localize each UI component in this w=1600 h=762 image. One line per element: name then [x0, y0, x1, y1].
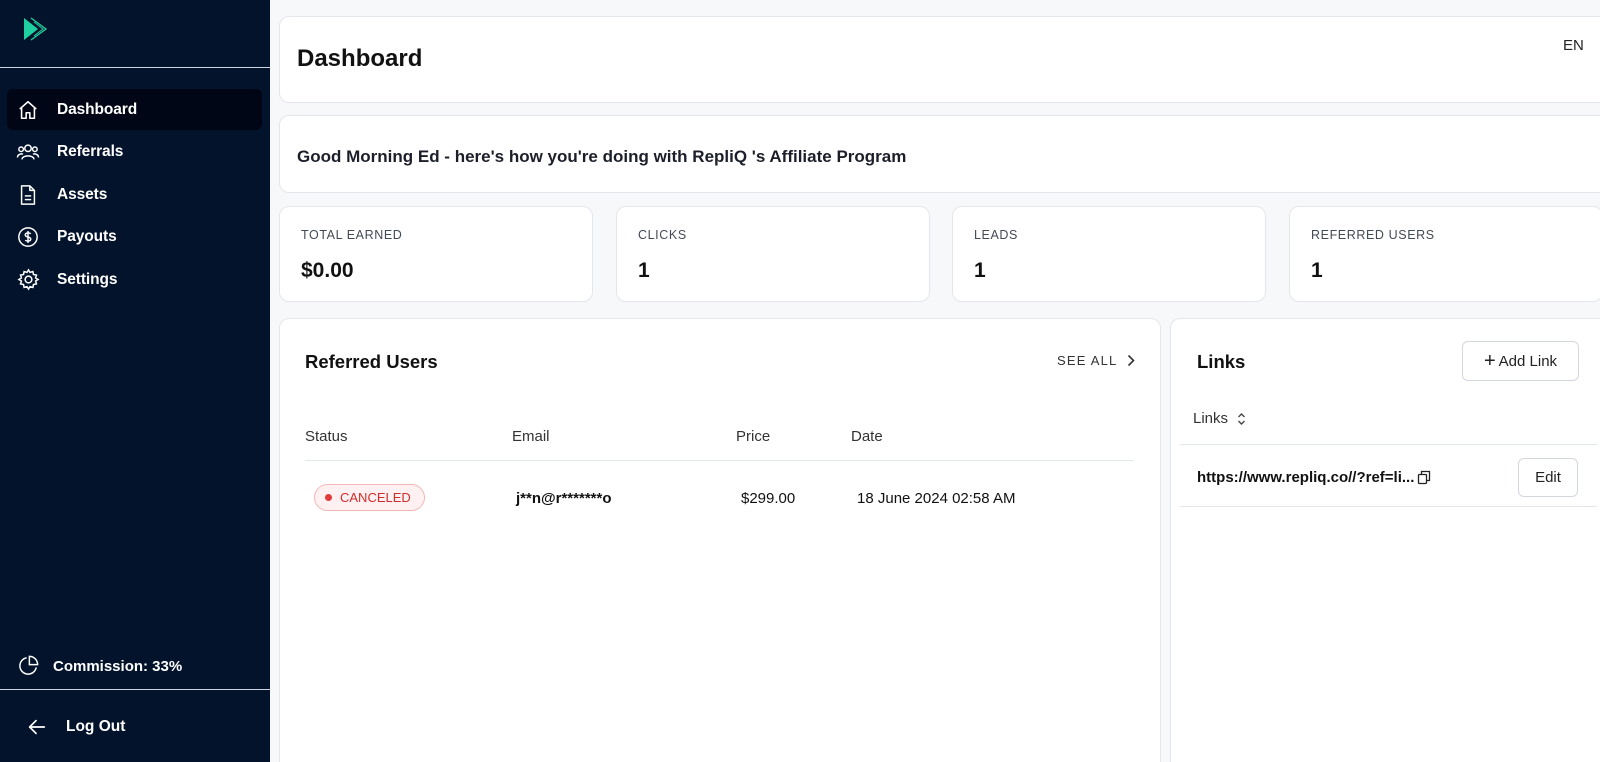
- see-all-label: SEE ALL: [1057, 353, 1118, 368]
- logout-label: Log Out: [66, 718, 126, 735]
- sidebar-item-label: Dashboard: [57, 100, 138, 118]
- commission-label: Commission: 33%: [53, 657, 183, 675]
- links-divider: [1180, 444, 1597, 445]
- stat-value: 1: [1311, 259, 1323, 282]
- status-label: CANCELED: [340, 490, 411, 505]
- page-title: Dashboard: [297, 45, 423, 72]
- greeting-card: Good Morning Ed - here's how you're doin…: [279, 115, 1600, 193]
- stat-label: TOTAL EARNED: [301, 228, 403, 242]
- links-title: Links: [1197, 351, 1246, 372]
- sidebar-nav: Dashboard Referrals Assets Payouts Setti…: [7, 89, 262, 302]
- stat-value: 1: [974, 259, 986, 282]
- arrow-left-icon: [28, 719, 46, 735]
- column-header-email[interactable]: Email: [512, 428, 550, 445]
- links-column-header[interactable]: Links: [1193, 410, 1246, 427]
- chevron-right-icon: [1128, 354, 1136, 367]
- referred-users-title: Referred Users: [305, 351, 438, 372]
- stat-value: $0.00: [301, 259, 354, 282]
- stat-value: 1: [638, 259, 650, 282]
- dollar-icon: [16, 225, 40, 249]
- greeting-text: Good Morning Ed - here's how you're doin…: [297, 147, 907, 166]
- see-all-link[interactable]: SEE ALL: [1057, 353, 1136, 368]
- stat-label: LEADS: [974, 228, 1018, 242]
- link-url[interactable]: https://www.repliq.co//?ref=li...: [1197, 469, 1414, 486]
- sidebar-item-label: Referrals: [57, 143, 124, 160]
- users-icon: [16, 140, 40, 164]
- row-price: $299.00: [741, 490, 796, 507]
- language-selector[interactable]: EN: [1563, 37, 1584, 54]
- links-row-divider: [1180, 506, 1597, 507]
- row-email: j**n@r*******o: [516, 490, 612, 507]
- link-row: https://www.repliq.co//?ref=li...: [1197, 469, 1431, 486]
- sidebar-item-label: Payouts: [57, 228, 117, 245]
- table-divider: [305, 460, 1134, 461]
- column-header-date[interactable]: Date: [851, 428, 883, 445]
- status-badge: CANCELED: [314, 484, 425, 511]
- sidebar-item-referrals[interactable]: Referrals: [7, 132, 262, 173]
- row-date: 18 June 2024 02:58 AM: [857, 490, 1016, 507]
- gear-icon: [16, 268, 40, 292]
- edit-link-button[interactable]: Edit: [1518, 458, 1578, 497]
- copy-icon[interactable]: [1417, 470, 1431, 485]
- home-icon: [16, 98, 40, 122]
- sidebar-item-label: Assets: [57, 185, 108, 203]
- sort-icon: [1238, 412, 1246, 425]
- stat-label: CLICKS: [638, 228, 687, 242]
- sidebar-item-label: Settings: [57, 270, 118, 288]
- links-column-label: Links: [1193, 410, 1229, 427]
- add-link-button[interactable]: + Add Link: [1462, 341, 1579, 381]
- links-card: Links + Add Link Links https://www.repli…: [1170, 318, 1600, 762]
- sidebar-item-settings[interactable]: Settings: [7, 259, 262, 300]
- stat-label: REFERRED USERS: [1311, 228, 1435, 242]
- sidebar: Dashboard Referrals Assets Payouts Setti…: [0, 0, 270, 762]
- page-header: Dashboard EN: [279, 16, 1600, 103]
- stat-card-referred-users: REFERRED USERS 1: [1289, 206, 1600, 302]
- stat-card-clicks: CLICKS 1: [616, 206, 930, 302]
- logout-button[interactable]: Log Out: [26, 716, 125, 738]
- column-header-status[interactable]: Status: [305, 428, 348, 445]
- document-icon: [16, 183, 40, 207]
- column-header-price[interactable]: Price: [736, 428, 770, 445]
- referred-users-card: Referred Users SEE ALL Status Email Pric…: [279, 318, 1161, 762]
- stat-card-total-earned: TOTAL EARNED $0.00: [279, 206, 593, 302]
- logo-icon[interactable]: [22, 16, 52, 42]
- add-link-label: Add Link: [1498, 352, 1558, 370]
- commission-indicator: Commission: 33%: [17, 655, 182, 677]
- sidebar-item-assets[interactable]: Assets: [7, 174, 262, 215]
- stat-card-leads: LEADS 1: [952, 206, 1266, 302]
- plus-icon: +: [1483, 350, 1496, 372]
- pie-chart-icon: [19, 655, 39, 675]
- sidebar-item-dashboard[interactable]: Dashboard: [7, 89, 262, 130]
- sidebar-divider-bottom: [0, 689, 270, 690]
- status-dot-icon: [325, 494, 332, 501]
- sidebar-divider-top: [0, 67, 270, 68]
- sidebar-item-payouts[interactable]: Payouts: [7, 217, 262, 258]
